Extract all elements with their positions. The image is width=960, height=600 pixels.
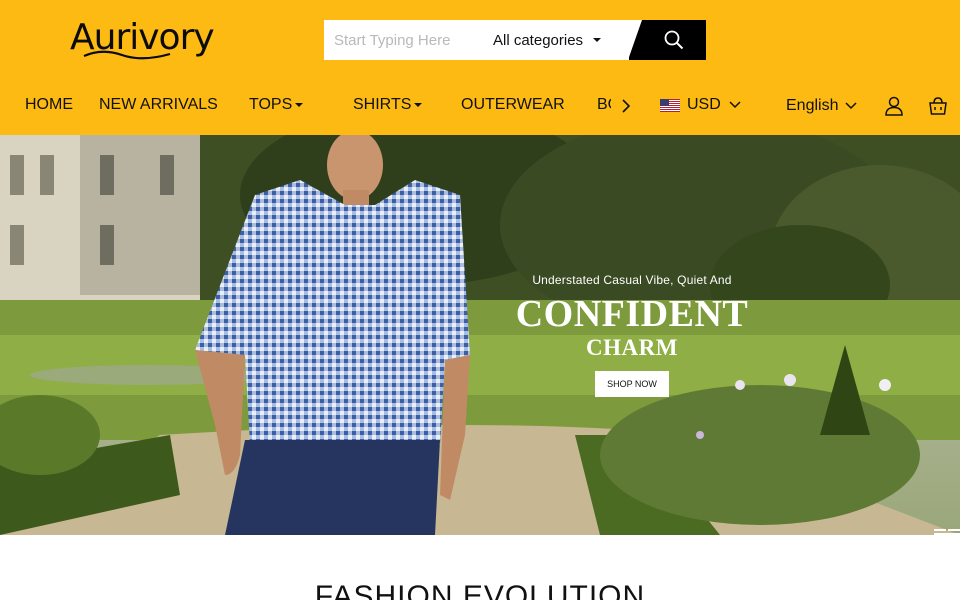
chevron-right-icon[interactable] bbox=[620, 98, 632, 114]
main-nav: HOME NEW ARRIVALS TOPS SHIRTS OUTERWEAR … bbox=[0, 90, 960, 124]
category-dropdown-label: All categories bbox=[493, 31, 584, 49]
nav-item-label: NEW ARRIVALS bbox=[99, 96, 218, 113]
slider-indicator-icon[interactable] bbox=[934, 529, 960, 535]
nav-item-label: BO bbox=[597, 96, 611, 113]
search-input[interactable] bbox=[324, 20, 484, 60]
search-bar: All categories bbox=[324, 20, 706, 60]
user-icon[interactable] bbox=[884, 96, 904, 116]
hero-copy: Understated Casual Vibe, Quiet And CONFI… bbox=[482, 273, 782, 397]
nav-item-home[interactable]: HOME bbox=[25, 96, 73, 114]
chevron-down-icon bbox=[729, 101, 741, 109]
chevron-down-icon bbox=[845, 102, 858, 110]
us-flag-icon bbox=[660, 98, 680, 112]
nav-item-shirts[interactable]: SHIRTS bbox=[353, 96, 423, 114]
search-icon bbox=[664, 30, 684, 50]
caret-down-icon bbox=[414, 103, 423, 107]
nav-item-bottoms[interactable]: BO bbox=[597, 96, 611, 114]
nav-item-tops[interactable]: TOPS bbox=[249, 96, 304, 114]
nav-item-new-arrivals[interactable]: NEW ARRIVALS bbox=[99, 96, 218, 114]
cart-icon[interactable] bbox=[928, 96, 948, 116]
language-label: English bbox=[786, 97, 839, 114]
nav-item-outerwear[interactable]: OUTERWEAR bbox=[461, 96, 565, 114]
search-button[interactable] bbox=[628, 20, 706, 60]
caret-down-icon bbox=[295, 103, 304, 107]
category-dropdown[interactable]: All categories bbox=[484, 20, 629, 60]
nav-item-label: SHIRTS bbox=[353, 96, 412, 113]
hero-subtitle: Understated Casual Vibe, Quiet And bbox=[532, 273, 732, 287]
caret-down-icon bbox=[593, 38, 602, 42]
nav-item-label: TOPS bbox=[249, 96, 293, 113]
currency-code: USD bbox=[687, 96, 721, 113]
nav-item-label: HOME bbox=[25, 96, 73, 113]
hero-image bbox=[0, 135, 960, 535]
site-header: Aurivory All categories HOME NEW ARRIVAL… bbox=[0, 0, 960, 135]
section-title: FASHION EVOLUTION bbox=[314, 580, 646, 600]
hero-title: CONFIDENT bbox=[515, 293, 749, 335]
currency-selector[interactable]: USD bbox=[660, 96, 741, 114]
hero-banner[interactable]: Understated Casual Vibe, Quiet And CONFI… bbox=[0, 135, 960, 535]
shop-now-button[interactable]: SHOP NOW bbox=[595, 371, 669, 397]
hero-title-secondary: CHARM bbox=[586, 335, 678, 360]
language-selector[interactable]: English bbox=[786, 97, 858, 115]
logo-swoosh-icon bbox=[83, 50, 171, 60]
nav-item-label: OUTERWEAR bbox=[461, 96, 565, 113]
brand-logo[interactable]: Aurivory bbox=[70, 14, 215, 60]
